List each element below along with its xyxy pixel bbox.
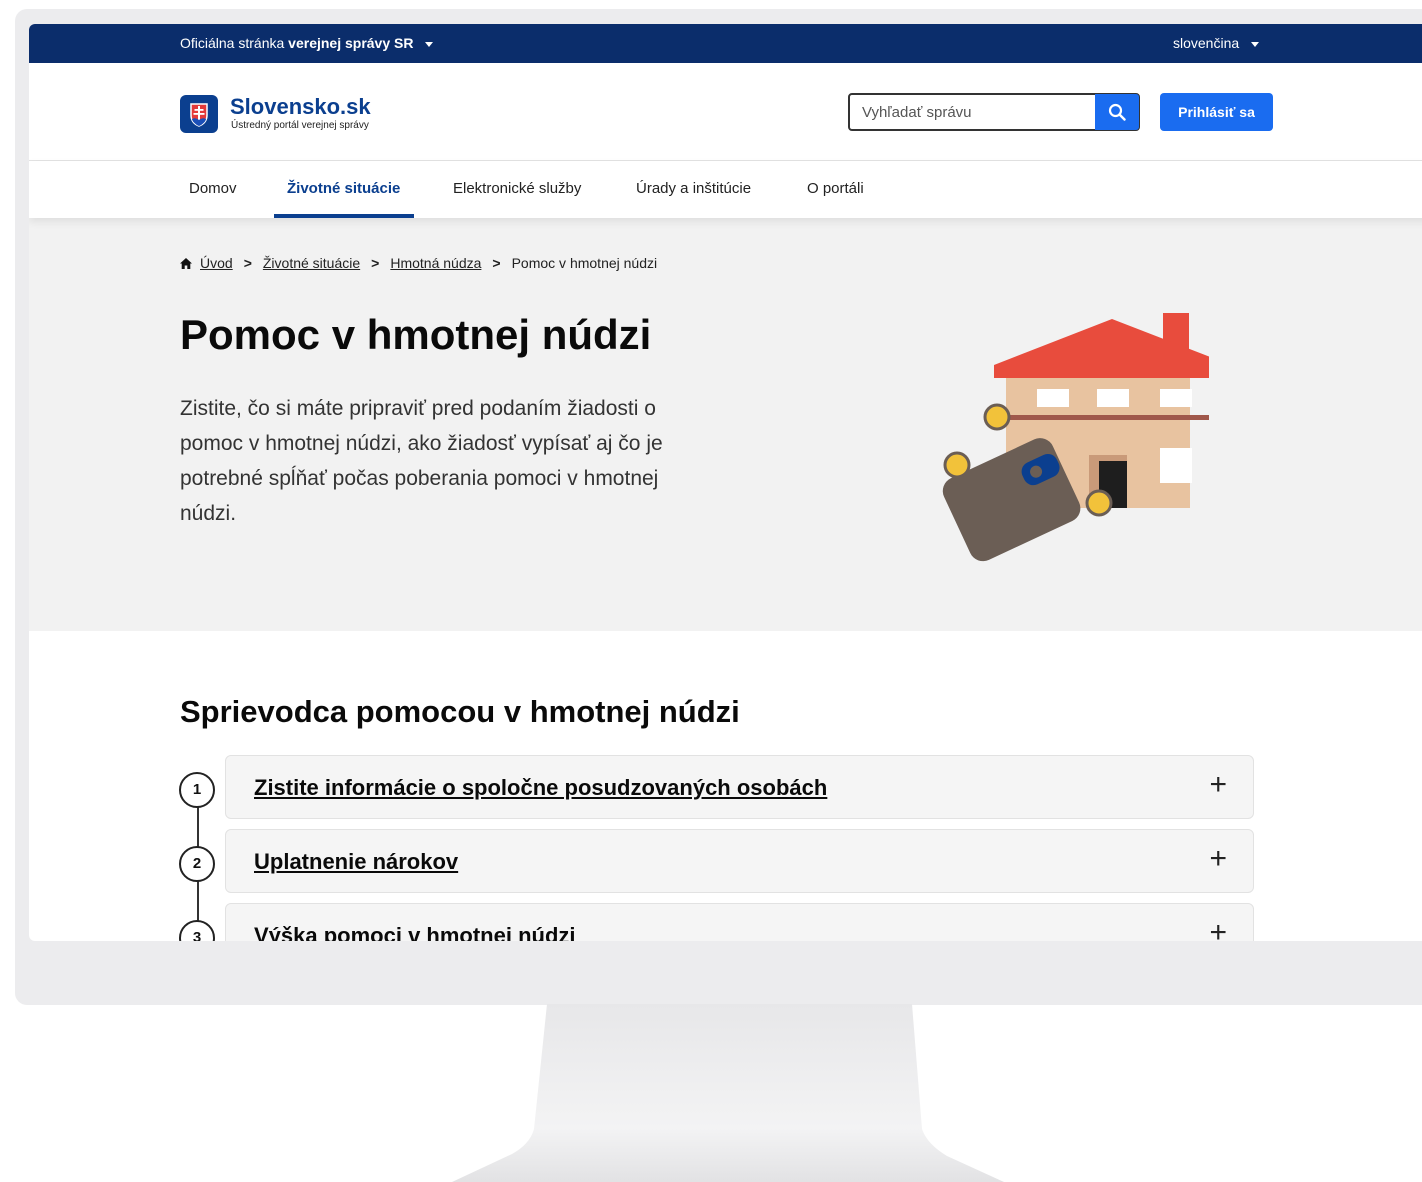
official-topbar: Oficiálna stránka verejnej správy SR slo… [29,24,1422,63]
search-box [848,93,1140,131]
breadcrumb-link-zivotne-situacie[interactable]: Životné situácie [263,255,360,271]
breadcrumb-link-hmotna-nudza[interactable]: Hmotná núdza [390,255,481,271]
guide-title: Sprievodca pomocou v hmotnej núdzi [180,694,740,729]
search-button[interactable] [1095,94,1139,130]
accordion-item-2[interactable]: Uplatnenie nárokov + [225,829,1254,893]
accordion-label[interactable]: Zistite informácie o spoločne posudzovan… [254,775,827,801]
monitor-stand [452,1004,1004,1182]
step-number-1: 1 [179,772,215,808]
accordion-label[interactable]: Uplatnenie nárokov [254,849,458,875]
nav-item-urady-institucie[interactable]: Úrady a inštitúcie [636,180,751,197]
accordion-label[interactable]: Výška pomoci v hmotnej núdzi [254,923,576,941]
page-description: Zistite, čo si máte pripraviť pred podan… [180,397,663,525]
language-label: slovenčina [1173,35,1240,51]
breadcrumb-link-uvod[interactable]: Úvod [200,255,233,271]
expand-plus-icon[interactable]: + [1209,844,1227,874]
login-button[interactable]: Prihlásiť sa [1160,93,1273,131]
site-header: Slovensko.sk Ústredný portál verejnej sp… [29,63,1422,161]
accordion-item-1[interactable]: Zistite informácie o spoločne posudzovan… [225,755,1254,819]
nav-item-o-portali[interactable]: O portáli [807,180,864,197]
breadcrumb-current: Pomoc v hmotnej núdzi [511,255,658,271]
chevron-right-icon: > [371,255,380,271]
house-wallet-illustration [942,313,1209,562]
chevron-right-icon: > [492,255,501,271]
expand-plus-icon[interactable]: + [1209,770,1227,800]
caret-down-icon [1251,41,1260,47]
step-number-3: 3 [179,920,215,941]
browser-screen: Oficiálna stránka verejnej správy SR slo… [29,24,1422,941]
language-select[interactable]: slovenčina [1173,35,1260,51]
slovak-coat-of-arms-icon[interactable] [180,95,218,133]
official-site-toggle[interactable]: Oficiálna stránka verejnej správy SR [180,35,434,51]
nav-item-elektronicke-sluzby[interactable]: Elektronické služby [453,180,581,197]
official-prefix: Oficiálna stránka [180,35,285,51]
logo-subtitle: Ústredný portál verejnej správy [231,120,369,131]
official-bold: verejnej správy SR [288,35,414,51]
active-nav-indicator [274,214,414,218]
hero-section: Úvod > Životné situácie > Hmotná núdza >… [29,218,1422,631]
logo-title[interactable]: Slovensko.sk [230,94,371,120]
home-icon [180,257,192,269]
accordion-item-3[interactable]: Výška pomoci v hmotnej núdzi + [225,903,1254,941]
search-icon [1108,103,1126,121]
nav-item-domov[interactable]: Domov [189,180,237,197]
search-input[interactable] [850,95,1096,129]
chevron-right-icon: > [243,255,252,271]
main-nav: Domov Životné situácie Elektronické služ… [29,161,1422,218]
step-number-2: 2 [179,846,215,882]
page-title: Pomoc v hmotnej núdzi [180,311,652,358]
caret-down-icon [425,41,434,47]
breadcrumb: Úvod > Životné situácie > Hmotná núdza >… [180,255,657,271]
nav-item-zivotne-situacie[interactable]: Životné situácie [287,180,400,197]
expand-plus-icon[interactable]: + [1209,918,1227,942]
